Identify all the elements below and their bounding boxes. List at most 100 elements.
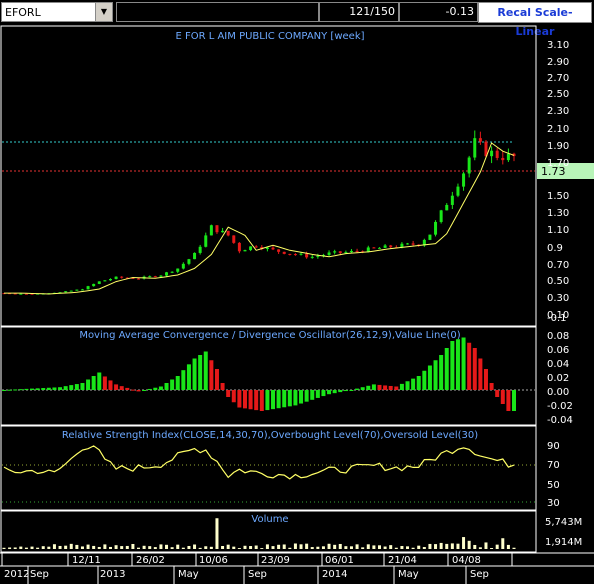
macd-bar [444, 348, 449, 390]
candle-body [478, 138, 482, 142]
macd-tick: 0.02 [547, 373, 569, 384]
macd-bar [114, 384, 119, 390]
macd-bar [142, 390, 147, 391]
macd-bar [164, 383, 169, 390]
volume-bar [338, 543, 342, 549]
chevron-down-icon[interactable]: ▼ [95, 3, 112, 21]
date-label: 26/02 [136, 555, 165, 566]
candle-body [377, 247, 381, 249]
volume-bar [456, 543, 460, 549]
price-tick: 2.70 [547, 73, 569, 84]
macd-bar [35, 388, 40, 390]
volume-bar [355, 544, 359, 549]
candle-body [254, 246, 258, 248]
moving-average-line [4, 142, 515, 295]
macd-bar [7, 389, 12, 391]
candle-body [80, 289, 84, 291]
macd-bar [416, 376, 421, 390]
date-label: Sep [30, 569, 49, 580]
macd-tick: 0.00 [547, 387, 569, 398]
macd-bar [136, 390, 141, 392]
macd-bar [332, 390, 337, 394]
volume-bar [86, 544, 90, 549]
macd-tick: 0.06 [547, 345, 569, 356]
candle-body [176, 268, 180, 272]
macd-bar [18, 389, 23, 391]
volume-bar [243, 545, 247, 549]
price-tick: 0.30 [547, 293, 569, 304]
volume-bar [361, 547, 365, 549]
candle-body [506, 153, 510, 161]
macd-bar [371, 384, 376, 390]
macd-bar [214, 369, 219, 390]
date-label: 2014 [322, 569, 347, 580]
price-tick: -0.1 [547, 313, 567, 324]
macd-bar [91, 376, 96, 390]
recal-scale-button[interactable]: Recal Scale-Linear [478, 2, 592, 38]
candle-body [293, 254, 297, 256]
candle-body [344, 252, 348, 254]
candle-body [372, 247, 376, 249]
candle-body [237, 242, 241, 252]
volume-bar [327, 543, 331, 549]
candle-body [215, 225, 219, 233]
macd-bar [327, 390, 332, 395]
candle-body [120, 276, 124, 278]
macd-bar [13, 389, 18, 391]
macd-bar [220, 383, 225, 390]
macd-bar [388, 385, 393, 390]
macd-bar [231, 390, 236, 403]
rsi-series [3, 445, 515, 480]
candle-body [439, 210, 443, 222]
candle-body [299, 253, 303, 255]
volume-bar [271, 546, 275, 549]
macd-bar [209, 360, 214, 390]
symbol-select[interactable]: EFORL ▼ [1, 2, 113, 22]
macd-bar [46, 387, 51, 390]
rsi-panel-title: Relative Strength Index(CLOSE,14,30,70),… [62, 430, 478, 441]
candle-body [114, 276, 118, 279]
price-tick: 1.70 [547, 158, 569, 169]
stock-chart: E FOR L AIM PUBLIC COMPANY [week] Moving… [0, 25, 594, 584]
macd-bar [394, 386, 399, 390]
macd-bar [439, 355, 444, 390]
volume-bar [80, 546, 84, 549]
volume-bar [506, 544, 510, 549]
volume-bar [305, 543, 309, 549]
change-value: -0.13 [399, 2, 478, 22]
price-tick: 2.10 [547, 124, 569, 135]
candle-body [450, 195, 454, 205]
volume-bar [260, 548, 264, 549]
candle-body [108, 278, 112, 281]
candle-body [501, 157, 505, 161]
volume-bar [198, 547, 202, 549]
candle-body [232, 235, 236, 243]
volume-bar [467, 540, 471, 549]
price-tick: 2.90 [547, 57, 569, 68]
candle-body [64, 291, 68, 293]
macd-tick: -0.02 [547, 401, 573, 412]
volume-bar [417, 545, 421, 549]
candle-body [204, 235, 208, 247]
macd-bar [63, 386, 68, 390]
candle-body [473, 138, 477, 158]
volume-bar [299, 544, 303, 549]
volume-bar [181, 547, 185, 549]
volume-bar [36, 547, 40, 549]
volume-bar [41, 546, 45, 549]
volume-bar [170, 547, 174, 549]
volume-bar [321, 546, 325, 549]
macd-bar [198, 355, 203, 390]
candle-body [19, 293, 23, 295]
blank-field [116, 2, 319, 22]
candle-body [462, 173, 466, 187]
macd-bar [175, 376, 180, 390]
volume-tick: 1,914M [545, 537, 582, 548]
candle-body [193, 252, 197, 260]
price-tick: 1.50 [547, 191, 569, 202]
macd-bar [58, 387, 63, 390]
macd-bar [310, 390, 315, 400]
volume-bar [2, 547, 6, 549]
volume-bar [58, 545, 62, 549]
macd-bar [41, 388, 46, 390]
